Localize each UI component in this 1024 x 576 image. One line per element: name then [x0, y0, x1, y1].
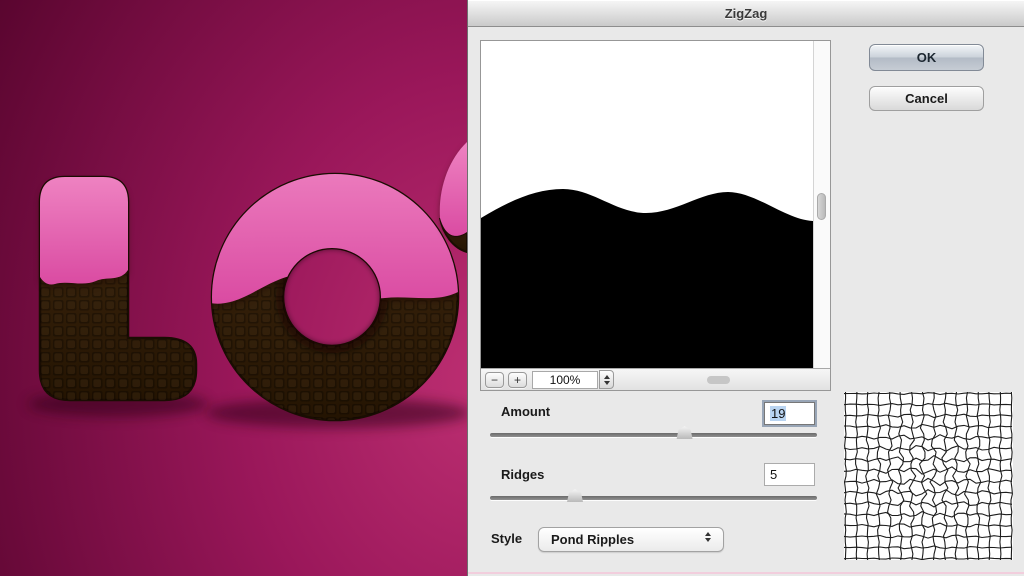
window-bottom-edge — [468, 572, 1024, 574]
ridges-label: Ridges — [501, 467, 544, 482]
ridges-slider[interactable] — [490, 488, 817, 504]
dialog-title: ZigZag — [725, 6, 768, 21]
ridges-value: 5 — [770, 467, 777, 482]
stepper-down-icon — [604, 381, 610, 385]
amount-label: Amount — [501, 404, 550, 419]
dialog-titlebar[interactable]: ZigZag — [468, 0, 1024, 27]
style-dropdown[interactable]: Pond Ripples — [538, 527, 724, 552]
amount-slider-thumb[interactable] — [677, 426, 693, 439]
zoom-stepper[interactable] — [599, 370, 614, 389]
ridges-input[interactable]: 5 — [764, 463, 815, 486]
preview-wave-image — [481, 41, 813, 368]
zoom-level-field[interactable]: 100% — [532, 371, 598, 389]
artwork-canvas — [0, 0, 467, 576]
ridges-slider-thumb[interactable] — [567, 489, 583, 502]
amount-input[interactable]: 19 — [764, 402, 815, 425]
preview-toolbar: − + 100% — [481, 368, 830, 390]
dropdown-arrows-icon — [705, 532, 711, 542]
amount-value-selected: 19 — [770, 406, 786, 421]
preview-vertical-scrollbar[interactable] — [813, 41, 830, 368]
letter-l-icing — [40, 177, 128, 285]
amount-slider[interactable] — [490, 425, 817, 441]
zoom-in-button[interactable]: + — [508, 372, 527, 388]
style-dropdown-value: Pond Ripples — [551, 532, 634, 547]
zoom-out-button[interactable]: − — [485, 372, 504, 388]
amount-slider-track[interactable] — [490, 433, 817, 437]
ok-button[interactable]: OK — [869, 44, 984, 71]
filter-preview-canvas[interactable] — [481, 41, 813, 368]
ripple-grid-thumbnail — [844, 392, 1013, 560]
stepper-up-icon — [604, 375, 610, 379]
horizontal-scrollbar-thumb[interactable] — [707, 376, 730, 384]
style-label: Style — [491, 531, 522, 546]
ridges-slider-track[interactable] — [490, 496, 817, 500]
filter-preview-frame: − + 100% — [480, 40, 831, 391]
cancel-button[interactable]: Cancel — [869, 86, 984, 111]
chocolate-love-art — [0, 0, 467, 576]
zigzag-dialog: ZigZag − + 100% Amount 19 — [467, 0, 1024, 576]
vertical-scrollbar-thumb[interactable] — [817, 193, 826, 220]
